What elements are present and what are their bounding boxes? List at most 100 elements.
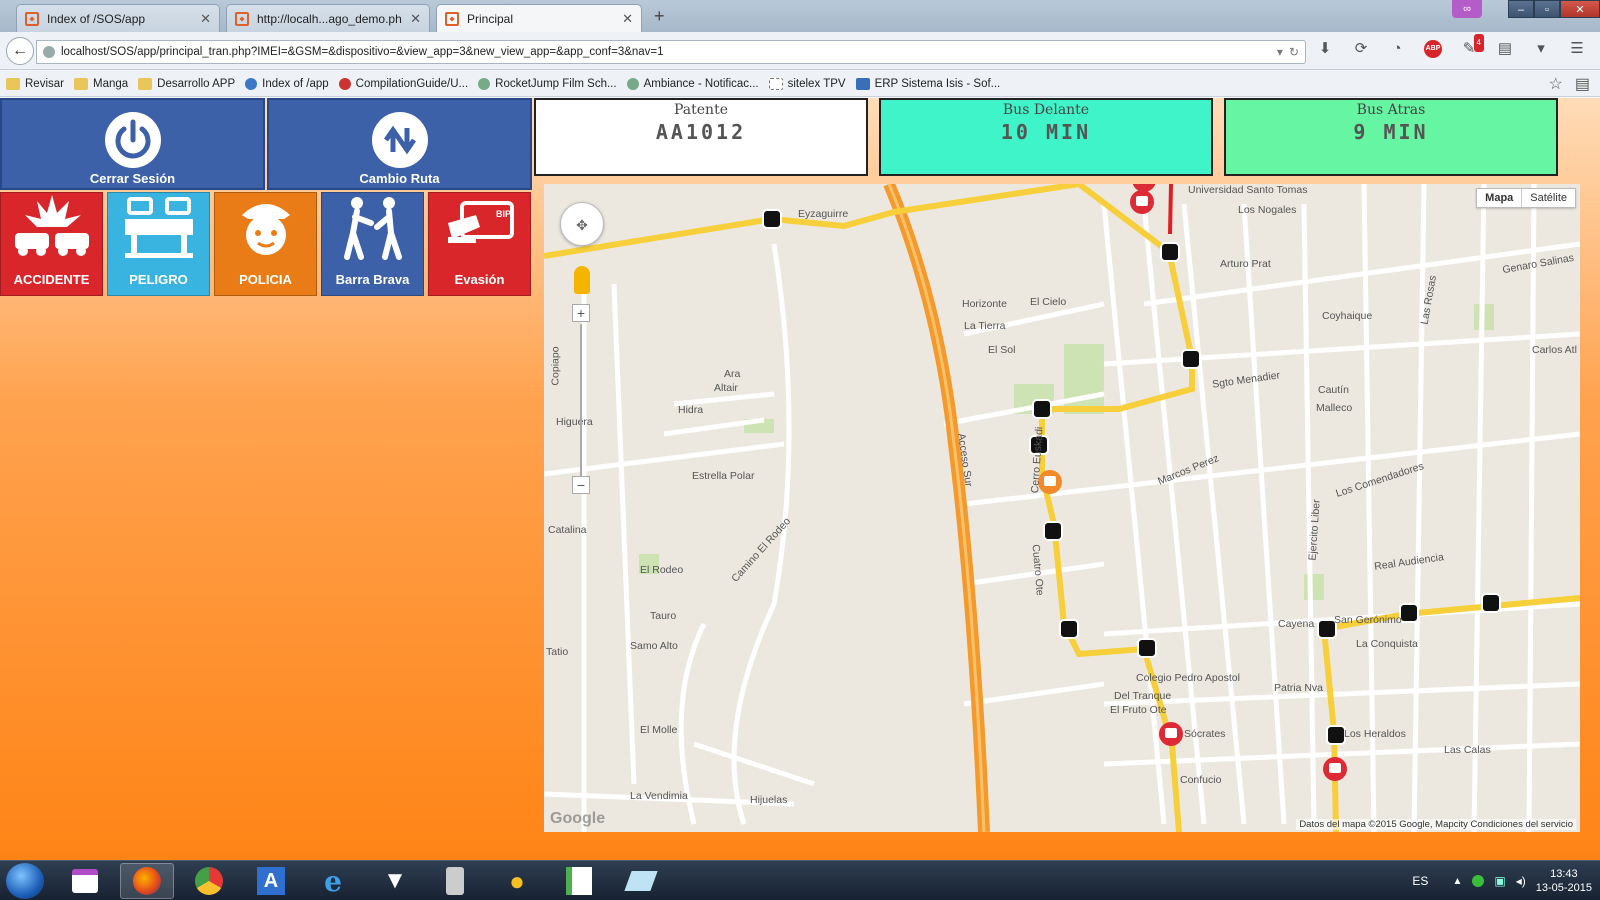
security-check-icon[interactable] xyxy=(1472,875,1485,887)
history-icon[interactable]: ◔ xyxy=(1388,40,1406,58)
taskbar-app-chart[interactable] xyxy=(552,863,606,899)
taskbar-app-firefox[interactable] xyxy=(120,863,174,899)
tab-label: Principal xyxy=(467,11,514,26)
clipboard-icon[interactable]: ▤ xyxy=(1496,40,1514,58)
language-indicator[interactable]: ES xyxy=(1412,874,1428,888)
minimize-button[interactable]: – xyxy=(1508,0,1534,18)
tab-localhost-demo[interactable]: http://localh...ago_demo.php ✕ xyxy=(226,4,430,32)
street-label: Del Tranque xyxy=(1114,690,1172,702)
bus-behind-title: Bus Atras xyxy=(1356,102,1426,118)
url-bar[interactable]: localhost/SOS/app/principal_tran.php?IME… xyxy=(36,40,1306,64)
change-route-button[interactable]: Cambio Ruta xyxy=(267,98,532,190)
taskbar-app-fox[interactable]: ▼ xyxy=(368,863,422,899)
firefox-icon xyxy=(133,867,161,895)
taskbar-app-eraser[interactable] xyxy=(614,863,668,899)
street-view-icon[interactable] xyxy=(574,266,590,294)
close-icon[interactable]: ✕ xyxy=(410,11,421,27)
street-label: El Cielo xyxy=(1030,296,1067,308)
chrome-icon xyxy=(195,867,223,895)
volume-icon[interactable]: ◂) xyxy=(1516,874,1526,888)
page-icon xyxy=(768,77,783,90)
sync-icon[interactable]: ⟳ xyxy=(1352,40,1370,58)
overflow-chevron-icon[interactable]: ▾ xyxy=(1532,40,1550,58)
pan-control[interactable]: ✥ xyxy=(560,202,604,246)
bookmark-manga[interactable]: Manga xyxy=(73,77,128,90)
tray-expand-icon[interactable]: ▲ xyxy=(1452,876,1462,887)
url-text[interactable]: localhost/SOS/app/principal_tran.php?IME… xyxy=(61,46,1271,58)
accident-button[interactable]: ACCIDENTE xyxy=(0,192,103,296)
debian-icon xyxy=(338,77,351,90)
tab-bar: Index of /SOS/app ✕ http://localh...ago_… xyxy=(0,0,1600,32)
star-icon[interactable]: ☆ xyxy=(1549,74,1563,94)
danger-label: PELIGRO xyxy=(129,272,188,287)
street-label: San Gerónimo xyxy=(1334,614,1402,626)
taskbar-app-paw[interactable]: ● xyxy=(490,863,544,899)
map-attribution[interactable]: Datos del mapa ©2015 Google, Mapcity Con… xyxy=(1296,819,1576,830)
app-a-icon: A xyxy=(257,867,285,895)
reload-icon[interactable]: ↻ xyxy=(1289,45,1299,59)
street-label: La Tierra xyxy=(964,320,1006,332)
folder-icon xyxy=(138,77,153,90)
new-tab-button[interactable]: + xyxy=(654,6,665,27)
taskbar-app-a[interactable]: A xyxy=(244,863,298,899)
map-type-map[interactable]: Mapa xyxy=(1477,189,1523,207)
tab-index-sos[interactable]: Index of /SOS/app ✕ xyxy=(16,4,220,32)
route-map[interactable]: Eyzaguirre Universidad Santo Tomas Los N… xyxy=(544,184,1580,832)
window-icon xyxy=(72,869,98,893)
bookmark-compilation-guide[interactable]: CompilationGuide/U... xyxy=(338,77,468,90)
private-browsing-icon: ∞ xyxy=(1452,0,1482,18)
bookmark-desarrollo-app[interactable]: Desarrollo APP xyxy=(138,77,235,90)
bookmark-revisar[interactable]: Revisar xyxy=(6,77,64,90)
google-logo[interactable]: Google xyxy=(550,810,605,828)
maximize-button[interactable]: ▫ xyxy=(1534,0,1560,18)
barra-brava-button[interactable]: Barra Brava xyxy=(321,192,424,296)
download-icon[interactable]: ⬇ xyxy=(1316,40,1334,58)
bookmark-sitelex[interactable]: sitelex TPV xyxy=(768,77,846,90)
taskbar-app-speaker[interactable] xyxy=(428,863,482,899)
close-window-button[interactable]: ✕ xyxy=(1560,0,1600,18)
bookmark-rocketjump[interactable]: RocketJump Film Sch... xyxy=(478,77,617,90)
xampp-icon xyxy=(445,11,459,26)
street-label: Hidra xyxy=(678,404,704,416)
street-label: Colegio Pedro Apostol xyxy=(1136,672,1240,684)
logout-button[interactable]: Cerrar Sesión xyxy=(0,98,265,190)
clock-time: 13:43 xyxy=(1550,868,1578,880)
tab-label: http://localh...ago_demo.php xyxy=(257,11,403,26)
bus-behind-value: 9 MIN xyxy=(1353,120,1429,144)
taskbar-app-chrome[interactable] xyxy=(182,863,236,899)
dropdown-arrow-icon[interactable]: ▾ xyxy=(1277,45,1283,59)
map-type-control: Mapa Satélite xyxy=(1476,188,1576,208)
bookmarks-menu-icon[interactable]: ▤ xyxy=(1575,74,1590,94)
police-button[interactable]: POLICIA xyxy=(214,192,317,296)
site-info-icon[interactable] xyxy=(43,46,55,58)
close-icon[interactable]: ✕ xyxy=(200,11,211,27)
zoom-out-button[interactable]: − xyxy=(572,476,590,494)
evasion-label: Evasión xyxy=(454,272,505,287)
fare-card-icon: BIP! xyxy=(447,201,514,243)
map-type-satellite[interactable]: Satélite xyxy=(1522,189,1575,207)
bookmark-index-app[interactable]: Index of /app xyxy=(245,77,329,90)
notifications-icon[interactable]: ✎ 4 xyxy=(1460,34,1484,58)
bookmark-ambiance[interactable]: Ambiance - Notificac... xyxy=(626,77,759,90)
zoom-in-button[interactable]: + xyxy=(572,304,590,322)
car-crash-icon xyxy=(14,195,89,256)
back-button[interactable]: ← xyxy=(6,37,34,65)
danger-button[interactable]: PELIGRO xyxy=(107,192,210,296)
bookmark-label: RocketJump Film Sch... xyxy=(495,77,617,90)
street-label: Copiapo xyxy=(549,346,562,386)
street-label: El Fruto Ote xyxy=(1110,704,1167,716)
evasion-button[interactable]: BIP! Evasión xyxy=(428,192,531,296)
close-icon[interactable]: ✕ xyxy=(622,11,633,27)
tab-principal[interactable]: Principal ✕ xyxy=(436,4,642,32)
network-icon[interactable]: ▣ xyxy=(1494,874,1505,888)
folder-icon xyxy=(6,77,20,90)
taskbar-app-files[interactable] xyxy=(58,863,112,899)
start-button[interactable] xyxy=(6,863,44,899)
taskbar-app-ie[interactable]: e xyxy=(306,863,360,899)
zoom-slider[interactable] xyxy=(580,324,582,484)
menu-icon[interactable]: ☰ xyxy=(1568,40,1586,58)
adblock-icon[interactable]: ABP xyxy=(1424,40,1442,58)
street-label: Tauro xyxy=(650,610,677,622)
bookmark-erp[interactable]: ERP Sistema Isis - Sof... xyxy=(855,77,1000,90)
clock[interactable]: 13:43 13-05-2015 xyxy=(1536,867,1592,895)
